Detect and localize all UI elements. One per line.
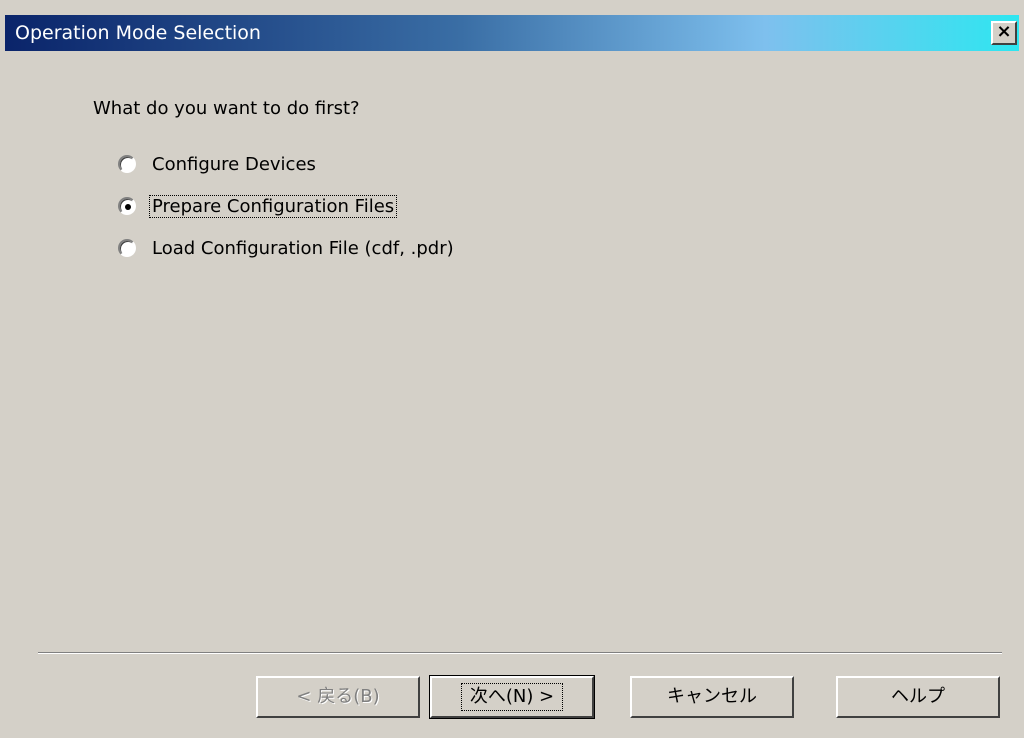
- back-button[interactable]: < 戻る(B): [256, 676, 420, 718]
- option-label: Prepare Configuration Files: [148, 194, 398, 218]
- question-label: What do you want to do first?: [93, 98, 360, 119]
- option-label: Load Configuration File (cdf, .pdr): [152, 237, 454, 259]
- window-title: Operation Mode Selection: [15, 22, 261, 44]
- next-button[interactable]: 次へ(N) >: [429, 675, 595, 719]
- footer-separator: [38, 652, 1002, 654]
- cancel-button[interactable]: キャンセル: [630, 676, 794, 718]
- close-button[interactable]: ×: [991, 21, 1017, 45]
- title-bar[interactable]: Operation Mode Selection ×: [5, 15, 1019, 51]
- option-label: Configure Devices: [152, 153, 316, 175]
- close-icon: ×: [996, 21, 1012, 42]
- option-load-configuration-file[interactable]: Load Configuration File (cdf, .pdr): [118, 234, 456, 262]
- radio-button-selected-icon[interactable]: [118, 197, 136, 215]
- dialog-window: Operation Mode Selection × What do you w…: [0, 0, 1024, 738]
- option-configure-devices[interactable]: Configure Devices: [118, 150, 318, 178]
- radio-button-unselected-icon[interactable]: [118, 155, 136, 173]
- option-prepare-configuration-files[interactable]: Prepare Configuration Files: [118, 192, 398, 220]
- next-button-label: 次へ(N) >: [460, 683, 564, 711]
- radio-dot-icon: [125, 204, 131, 210]
- radio-button-unselected-icon[interactable]: [118, 239, 136, 257]
- help-button[interactable]: ヘルプ: [836, 676, 1000, 718]
